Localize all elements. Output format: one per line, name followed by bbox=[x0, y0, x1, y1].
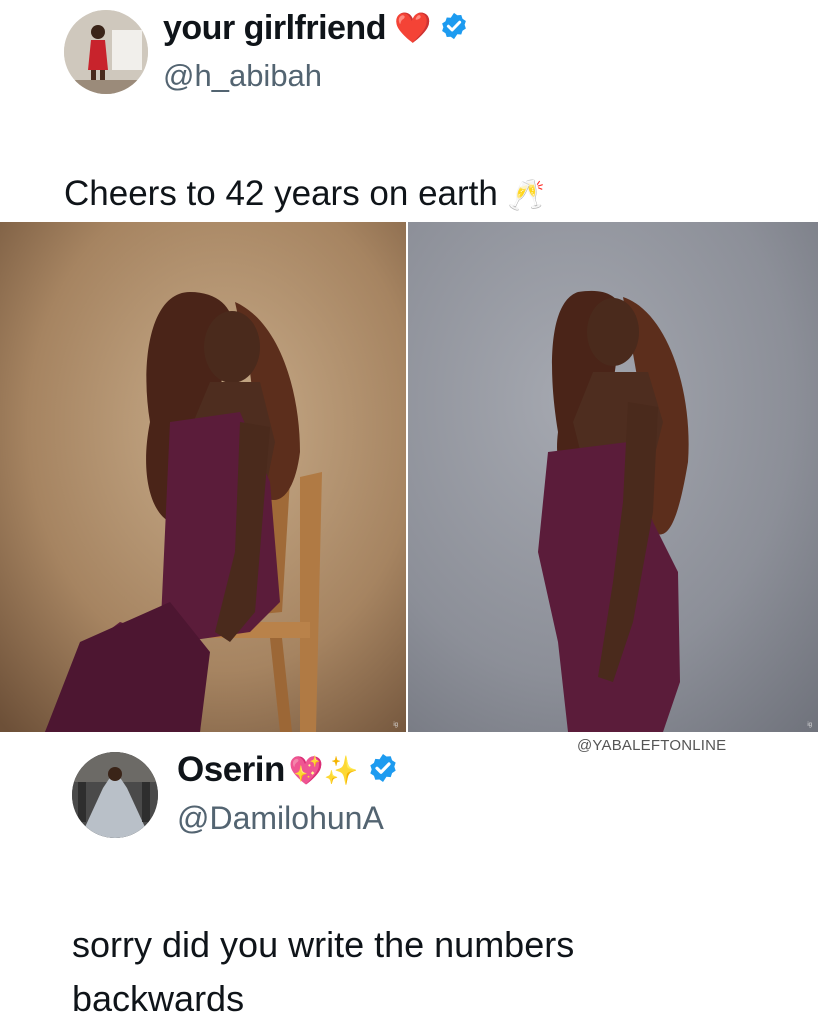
tweet-text: Cheers to 42 years on earth 🥂 bbox=[64, 170, 545, 220]
photo-tiny-watermark: ig bbox=[807, 722, 812, 728]
reply-author-avatar[interactable] bbox=[72, 752, 158, 838]
tweet-photo-2[interactable]: ig bbox=[408, 222, 818, 732]
reply-text-line-2: backwards bbox=[72, 978, 245, 1019]
author-avatar[interactable] bbox=[64, 10, 148, 94]
author-name-row[interactable]: your girlfriend ❤️ bbox=[163, 6, 469, 50]
reply-author-handle[interactable]: @DamilohunA bbox=[177, 800, 384, 837]
author-handle[interactable]: @h_abibah bbox=[163, 58, 322, 94]
verified-badge-icon bbox=[439, 11, 469, 46]
watermark-text: @YABALEFTONLINE bbox=[577, 737, 727, 754]
tweet-photo-1[interactable]: ig bbox=[0, 222, 406, 732]
photo-standing-portrait bbox=[408, 222, 818, 732]
verified-badge-icon bbox=[367, 752, 399, 789]
heart-emoji: ❤️ bbox=[393, 11, 432, 45]
avatar-image-icon bbox=[64, 10, 148, 94]
photo-seated-portrait bbox=[0, 222, 406, 732]
tweet-text-body: Cheers to 42 years on earth bbox=[64, 174, 498, 213]
sparkle-heart-emoji: 💖✨ bbox=[288, 754, 359, 786]
avatar-image-icon bbox=[72, 752, 158, 838]
reply-text-line-1: sorry did you write the numbers bbox=[72, 924, 575, 965]
reply-text: sorry did you write the numbers backward… bbox=[72, 918, 574, 1026]
author-display-name[interactable]: your girlfriend bbox=[163, 9, 386, 48]
clinking-glasses-emoji: 🥂 bbox=[507, 179, 545, 212]
reply-author-display-name[interactable]: Oserin bbox=[177, 750, 285, 790]
reply-author-name-row[interactable]: Oserin 💖✨ bbox=[177, 748, 399, 792]
photo-tiny-watermark: ig bbox=[393, 722, 398, 728]
